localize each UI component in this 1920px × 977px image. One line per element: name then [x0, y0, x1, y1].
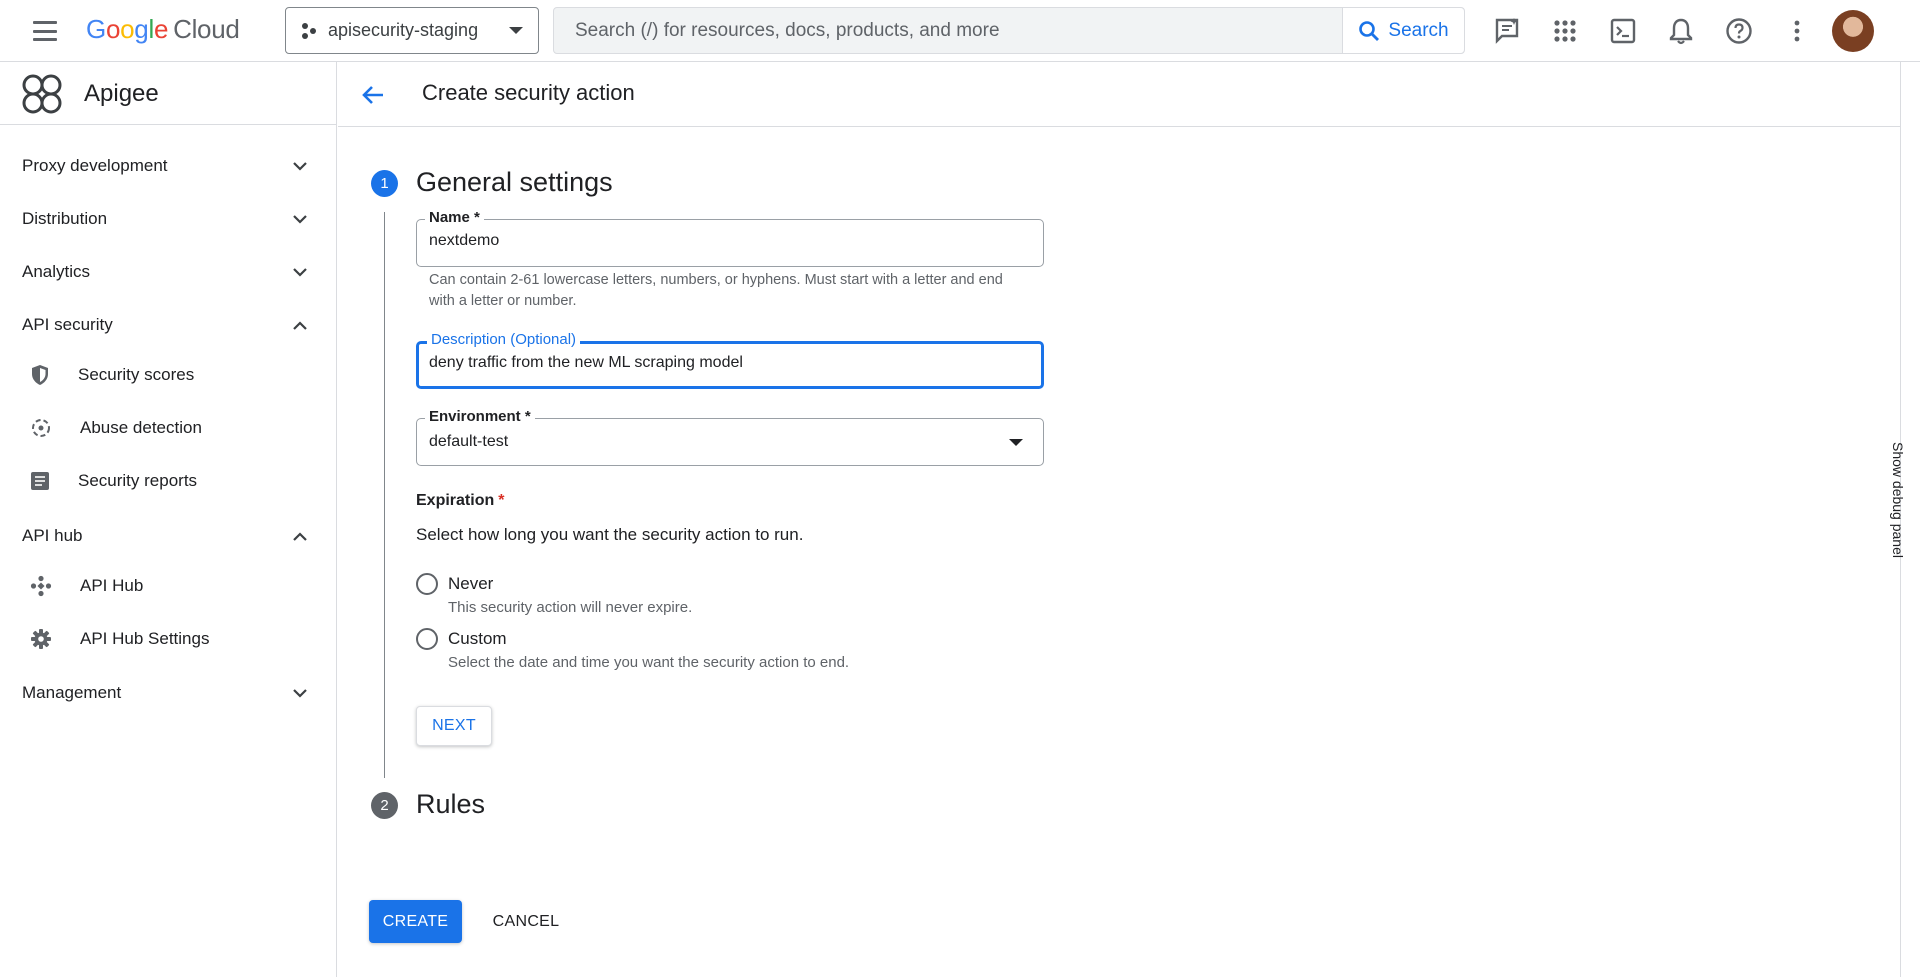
step-2-title: Rules: [416, 789, 486, 819]
top-bar: Google Cloud apisecurity-staging Search: [0, 0, 1920, 62]
sidebar-section-analytics[interactable]: Analytics: [0, 250, 337, 294]
search-button-label: Search: [1388, 19, 1449, 41]
page-header: Create security action: [338, 62, 1900, 127]
radio-never[interactable]: [416, 573, 438, 595]
cloud-shell-icon[interactable]: [1606, 14, 1640, 48]
main-menu-icon[interactable]: [28, 17, 62, 45]
radio-never-label[interactable]: Never: [448, 574, 493, 594]
user-avatar[interactable]: [1832, 10, 1874, 52]
help-icon[interactable]: [1722, 14, 1756, 48]
name-input[interactable]: [429, 232, 1019, 250]
environment-value: default-test: [429, 433, 509, 450]
search-button[interactable]: Search: [1342, 8, 1464, 53]
shield-icon: [32, 365, 48, 385]
caret-down-icon: [509, 26, 523, 34]
dropdown-arrow-icon: [1009, 439, 1023, 446]
feedback-icon[interactable]: [1490, 14, 1524, 48]
chevron-down-icon: [293, 214, 307, 224]
sidebar-section-distribution[interactable]: Distribution: [0, 197, 337, 241]
show-debug-panel-label[interactable]: Show debug panel: [1890, 442, 1906, 558]
step-connector-line: [384, 212, 385, 778]
apigee-logo-icon: [22, 74, 62, 114]
google-cloud-logo[interactable]: Google Cloud: [86, 14, 240, 45]
cancel-button[interactable]: CANCEL: [478, 900, 574, 943]
radio-never-hint: This security action will never expire.: [448, 599, 693, 616]
chevron-down-icon: [293, 688, 307, 698]
project-selector[interactable]: apisecurity-staging: [285, 7, 539, 54]
name-hint: Can contain 2-61 lowercase letters, numb…: [429, 272, 1003, 309]
notifications-bell-icon[interactable]: [1664, 14, 1698, 48]
name-label: Name *: [425, 209, 484, 226]
page-title: Create security action: [422, 80, 635, 105]
sidebar: Apigee Proxy development Distribution An…: [0, 62, 337, 977]
apigee-title: Apigee: [84, 80, 159, 107]
abuse-detection-icon: [32, 419, 50, 437]
chevron-down-icon: [293, 161, 307, 171]
project-name: apisecurity-staging: [328, 20, 479, 40]
sidebar-divider: [0, 124, 337, 125]
environment-label: Environment *: [425, 408, 535, 425]
environment-select[interactable]: Environment * default-test: [416, 408, 1044, 466]
back-button[interactable]: [358, 80, 388, 110]
sidebar-section-proxy-development[interactable]: Proxy development: [0, 144, 337, 188]
radio-custom-hint: Select the date and time you want the se…: [448, 654, 850, 671]
api-hub-icon: [30, 575, 52, 597]
report-icon: [31, 472, 49, 490]
name-field: Name *: [416, 209, 1044, 267]
description-field: Description (Optional): [416, 331, 1044, 389]
expiration-description: Select how long you want the security ac…: [416, 525, 804, 544]
sidebar-item-api-hub-settings[interactable]: API Hub Settings: [0, 617, 337, 661]
create-button[interactable]: CREATE: [369, 900, 462, 943]
chevron-up-icon: [293, 320, 307, 330]
search-input[interactable]: [554, 8, 1342, 53]
search-bar: Search: [553, 7, 1465, 54]
sidebar-item-security-scores[interactable]: Security scores: [0, 353, 337, 397]
sidebar-item-abuse-detection[interactable]: Abuse detection: [0, 406, 337, 450]
chevron-up-icon: [293, 531, 307, 541]
next-button[interactable]: NEXT: [416, 706, 492, 746]
sidebar-section-api-hub[interactable]: API hub: [0, 514, 337, 558]
arrow-back-icon: [362, 86, 383, 104]
expiration-label: Expiration *: [416, 492, 505, 509]
search-icon: [1359, 20, 1380, 41]
more-vert-icon[interactable]: [1780, 14, 1814, 48]
apps-grid-icon[interactable]: [1548, 14, 1582, 48]
sidebar-item-security-reports[interactable]: Security reports: [0, 459, 337, 503]
radio-custom[interactable]: [416, 628, 438, 650]
radio-custom-label[interactable]: Custom: [448, 629, 507, 649]
description-label: Description (Optional): [427, 331, 581, 348]
sidebar-section-management[interactable]: Management: [0, 671, 337, 715]
step-1-title: General settings: [416, 167, 613, 197]
apigee-brand[interactable]: Apigee: [20, 72, 159, 116]
chevron-down-icon: [293, 267, 307, 277]
project-icon: [302, 22, 316, 39]
step-2-indicator: 2: [371, 792, 398, 819]
gear-icon: [31, 629, 51, 649]
step-1-indicator: 1: [371, 170, 398, 197]
sidebar-item-api-hub[interactable]: API Hub: [0, 564, 337, 608]
description-input[interactable]: [429, 354, 1019, 372]
sidebar-section-api-security[interactable]: API security: [0, 303, 337, 347]
